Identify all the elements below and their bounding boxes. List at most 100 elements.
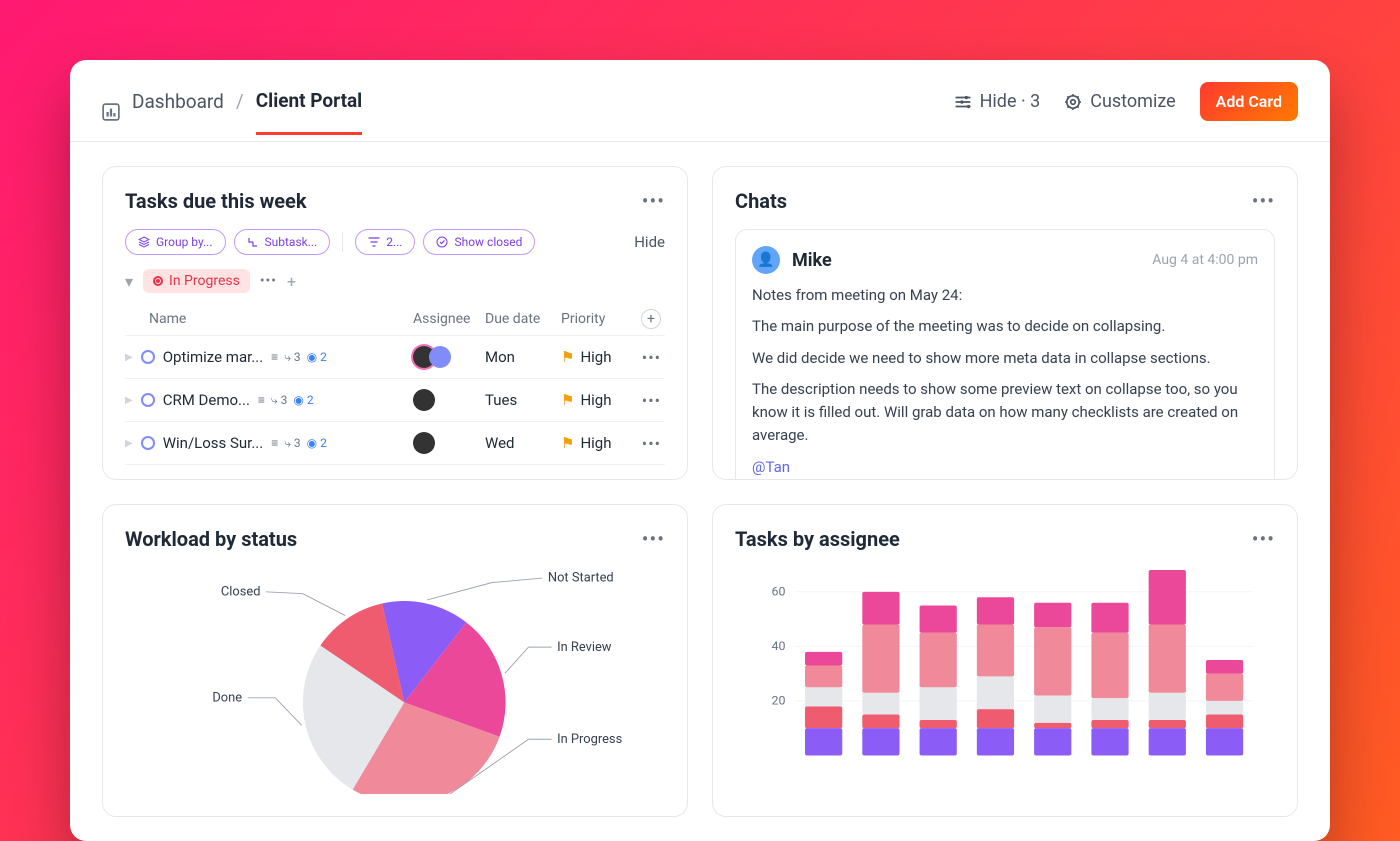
- task-row[interactable]: ▶ CRM Demo... ≡ ⤷ 3 ◉ 2 Tues ⚑High •••: [125, 379, 665, 422]
- status-group-menu[interactable]: •••: [260, 273, 277, 289]
- bar-segment[interactable]: [977, 597, 1014, 624]
- subtask-count: ⤷ 3: [271, 393, 287, 408]
- bar-segment[interactable]: [920, 687, 957, 720]
- bar-segment[interactable]: [1034, 728, 1071, 755]
- bar-segment[interactable]: [1149, 692, 1186, 719]
- status-circle-icon[interactable]: [141, 436, 155, 450]
- check-circle-icon: [436, 236, 448, 248]
- card-header: Chats •••: [735, 189, 1275, 213]
- priority-cell[interactable]: ⚑High: [561, 391, 633, 409]
- add-column-button[interactable]: +: [641, 309, 661, 329]
- due-cell: Mon: [485, 348, 561, 366]
- bar-segment[interactable]: [1091, 602, 1128, 632]
- bar-segment[interactable]: [1091, 728, 1128, 755]
- bar-segment[interactable]: [1034, 695, 1071, 722]
- card-menu-button[interactable]: •••: [642, 527, 665, 551]
- mention[interactable]: @Tan: [752, 458, 790, 476]
- status-circle-icon[interactable]: [141, 350, 155, 364]
- task-row[interactable]: ▶ Win/Loss Sur... ≡ ⤷ 3 ◉ 2 Wed ⚑High ••…: [125, 422, 665, 465]
- row-menu-button[interactable]: •••: [642, 348, 661, 367]
- status-circle-icon[interactable]: [141, 393, 155, 407]
- group-by-pill[interactable]: Group by...: [125, 229, 226, 255]
- status-chip-in-progress[interactable]: In Progress: [143, 269, 250, 293]
- filter-icon: [368, 236, 380, 248]
- pie-label: Not Started: [548, 570, 614, 585]
- priority-cell[interactable]: ⚑High: [561, 434, 633, 452]
- dashboard-body: Tasks due this week ••• Group by... Subt…: [70, 142, 1330, 841]
- row-menu-button[interactable]: •••: [642, 434, 661, 453]
- tasks-card: Tasks due this week ••• Group by... Subt…: [102, 166, 688, 480]
- subtask-count: ⤷ 3: [284, 436, 300, 451]
- chat-line: The description needs to show some previ…: [752, 378, 1258, 448]
- bar-segment[interactable]: [1091, 632, 1128, 697]
- breadcrumb-root[interactable]: Dashboard: [132, 90, 224, 133]
- row-menu-button[interactable]: •••: [642, 391, 661, 410]
- bar-segment[interactable]: [920, 605, 957, 632]
- collapse-group-button[interactable]: ▾: [125, 272, 133, 291]
- add-to-group-button[interactable]: +: [287, 272, 296, 291]
- bar-segment[interactable]: [1149, 570, 1186, 625]
- bar-segment[interactable]: [1206, 660, 1243, 674]
- bar-segment[interactable]: [977, 676, 1014, 709]
- bar-segment[interactable]: [920, 728, 957, 755]
- status-group-row: ▾ In Progress ••• +: [125, 269, 665, 293]
- add-task-button[interactable]: + Add task: [125, 465, 665, 480]
- bar-segment[interactable]: [1206, 700, 1243, 714]
- card-menu-button[interactable]: •••: [1252, 189, 1275, 213]
- card-menu-button[interactable]: •••: [642, 189, 665, 213]
- bar-segment[interactable]: [862, 591, 899, 624]
- bar-segment[interactable]: [977, 728, 1014, 755]
- assignee-cell[interactable]: [413, 346, 485, 368]
- add-card-button[interactable]: Add Card: [1200, 82, 1298, 121]
- bar-segment[interactable]: [805, 651, 842, 665]
- bar-segment[interactable]: [920, 720, 957, 728]
- bar-segment[interactable]: [1034, 602, 1071, 627]
- priority-cell[interactable]: ⚑High: [561, 348, 633, 366]
- bar-segment[interactable]: [862, 728, 899, 755]
- people-count: ◉ 2: [307, 350, 327, 364]
- bar-segment[interactable]: [1149, 720, 1186, 728]
- bar-segment[interactable]: [805, 706, 842, 728]
- bar-segment[interactable]: [805, 665, 842, 687]
- expand-row-icon[interactable]: ▶: [125, 352, 133, 363]
- bar-segment[interactable]: [977, 624, 1014, 676]
- bar-segment[interactable]: [1034, 627, 1071, 695]
- hide-action[interactable]: Hide · 3: [954, 91, 1041, 112]
- bar-segment[interactable]: [1206, 673, 1243, 700]
- hide-label: Hide · 3: [980, 91, 1041, 112]
- status-dot-icon: [153, 276, 163, 286]
- bar-segment[interactable]: [1091, 698, 1128, 720]
- bar-segment[interactable]: [977, 709, 1014, 728]
- list-icon: ≡: [271, 436, 278, 450]
- task-name: Win/Loss Sur...: [163, 434, 264, 452]
- bar-segment[interactable]: [805, 728, 842, 755]
- bar-segment[interactable]: [1206, 714, 1243, 728]
- breadcrumb-current[interactable]: Client Portal: [256, 89, 362, 135]
- bar-segment[interactable]: [862, 714, 899, 728]
- bar-segment[interactable]: [1034, 722, 1071, 727]
- avatar: [413, 389, 435, 411]
- subtask-pill[interactable]: Subtask...: [234, 229, 331, 255]
- bar-segment[interactable]: [862, 624, 899, 692]
- bar-segment[interactable]: [1149, 728, 1186, 755]
- filter-count-pill[interactable]: 2...: [355, 229, 415, 255]
- bar-segment[interactable]: [862, 692, 899, 714]
- task-meta: ≡ ⤷ 3 ◉ 2: [271, 436, 327, 451]
- app-window: Dashboard / Client Portal Hide · 3 Custo…: [70, 60, 1330, 841]
- show-closed-pill[interactable]: Show closed: [423, 229, 535, 255]
- chat-head: 👤 Mike Aug 4 at 4:00 pm: [752, 246, 1258, 274]
- assignee-bar-chart: 204060: [735, 555, 1275, 765]
- assignee-cell[interactable]: [413, 432, 485, 454]
- task-row[interactable]: ▶ Optimize mar... ≡ ⤷ 3 ◉ 2 Mon ⚑High ••…: [125, 336, 665, 379]
- assignee-cell[interactable]: [413, 389, 485, 411]
- expand-row-icon[interactable]: ▶: [125, 395, 133, 406]
- bar-segment[interactable]: [1091, 720, 1128, 728]
- customize-action[interactable]: Customize: [1064, 91, 1175, 112]
- bar-segment[interactable]: [1206, 728, 1243, 755]
- bar-segment[interactable]: [920, 632, 957, 687]
- card-menu-button[interactable]: •••: [1252, 527, 1275, 551]
- bar-segment[interactable]: [1149, 624, 1186, 692]
- bar-segment[interactable]: [805, 687, 842, 706]
- expand-row-icon[interactable]: ▶: [125, 438, 133, 449]
- hide-filters-button[interactable]: Hide: [634, 233, 665, 251]
